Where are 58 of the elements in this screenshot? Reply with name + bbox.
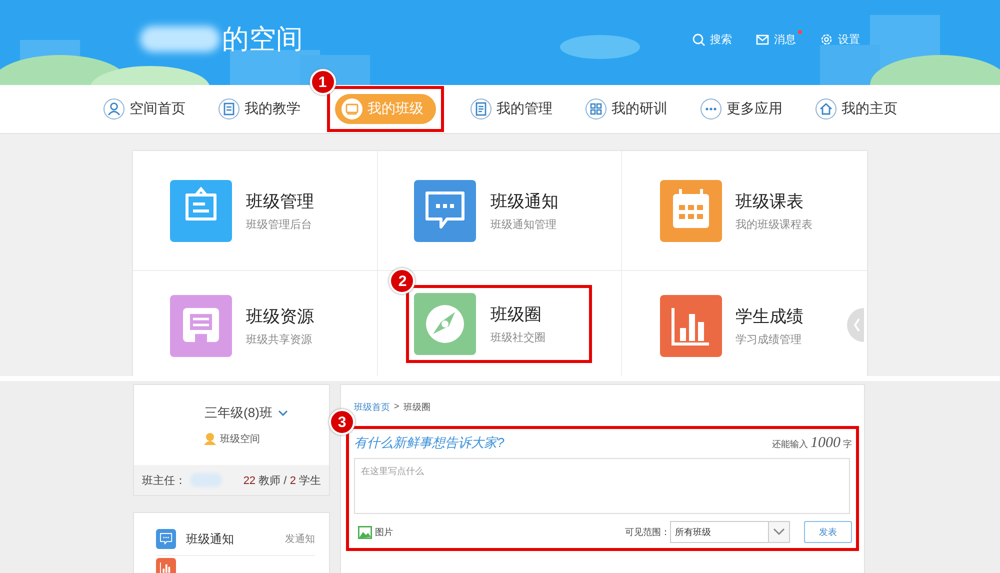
- app-subtitle: 班级管理后台: [246, 218, 313, 232]
- document-icon: [470, 98, 492, 120]
- app-title: 班级通知: [490, 190, 558, 212]
- visibility-dropdown[interactable]: 所有班级: [670, 521, 790, 543]
- head-teacher-label: 班主任：: [142, 474, 186, 488]
- search-icon: [692, 32, 705, 46]
- nav-tab[interactable]: 我的教学: [212, 94, 306, 124]
- app-title: 学生成绩: [736, 306, 804, 328]
- grid-icon: [584, 98, 606, 120]
- settings-icon: [820, 32, 833, 46]
- prompt-heading: 有什么新鲜事想告诉大家?: [354, 434, 504, 452]
- group-icon: [203, 432, 217, 446]
- person-icon: [102, 98, 124, 120]
- app-tile[interactable]: 学生成绩 学习成绩管理: [660, 295, 830, 357]
- app-title: 班级课表: [736, 190, 805, 212]
- page-title: 的空间: [222, 23, 303, 56]
- breadcrumb-text: >: [394, 401, 400, 413]
- chevron-down-icon: [278, 410, 288, 416]
- nav-tab[interactable]: 我的研训: [578, 94, 674, 124]
- app-title: 班级管理: [246, 190, 314, 212]
- nav-tab[interactable]: 空间首页: [96, 94, 192, 124]
- app-subtitle: 班级通知管理: [490, 218, 558, 232]
- member-counts: 22 教师 / 2 学生: [243, 474, 321, 488]
- side-action-link[interactable]: 发通知: [285, 532, 315, 546]
- app-subtitle: 班级社交圈: [490, 330, 546, 345]
- app-subtitle: 我的班级课程表: [736, 218, 813, 232]
- post-textarea[interactable]: 在这里写点什么: [354, 458, 850, 514]
- publish-button[interactable]: 发表: [804, 521, 852, 543]
- class-space-link[interactable]: 班级空间: [203, 432, 260, 446]
- nav-tab[interactable]: 更多应用: [694, 94, 788, 124]
- app-subtitle: 学习成绩管理: [736, 333, 803, 347]
- class-selector[interactable]: 三年级(8)班: [174, 404, 288, 422]
- app-tile[interactable]: 班级管理 班级管理后台: [170, 180, 340, 242]
- app-tile[interactable]: 班级圈 班级社交圈: [414, 293, 584, 355]
- more-icon: [700, 98, 722, 120]
- breadcrumb-text: 班级圈: [403, 401, 430, 414]
- app-title: 班级资源: [246, 306, 314, 328]
- chevron-down-icon: [773, 528, 785, 536]
- app-title: 班级圈: [490, 304, 542, 326]
- app-tile[interactable]: 班级资源 班级共享资源: [170, 295, 340, 357]
- book-icon: [218, 98, 240, 120]
- step-number: 3: [329, 409, 355, 435]
- image-upload-link[interactable]: 图片: [354, 526, 393, 538]
- app-tile[interactable]: 班级课表 我的班级课程表: [660, 180, 830, 242]
- image-icon: [358, 526, 372, 538]
- board-icon: [340, 98, 362, 120]
- visibility-label: 可见范围：: [625, 526, 670, 538]
- side-list-item[interactable]: 班级通知: [186, 530, 234, 548]
- breadcrumb-link[interactable]: 班级首页: [354, 401, 390, 414]
- home-icon: [814, 98, 836, 120]
- envelope-icon: [756, 32, 769, 46]
- char-counter: 还能输入 1000 字: [772, 434, 852, 452]
- nav-tab[interactable]: 我的管理: [464, 94, 558, 124]
- app-tile[interactable]: 班级通知 班级通知管理: [414, 180, 584, 242]
- app-subtitle: 班级共享资源: [246, 332, 313, 347]
- carousel-prev-icon[interactable]: [847, 308, 867, 342]
- nav-tab[interactable]: 我的主页: [808, 94, 904, 124]
- step-number: 2: [389, 268, 416, 294]
